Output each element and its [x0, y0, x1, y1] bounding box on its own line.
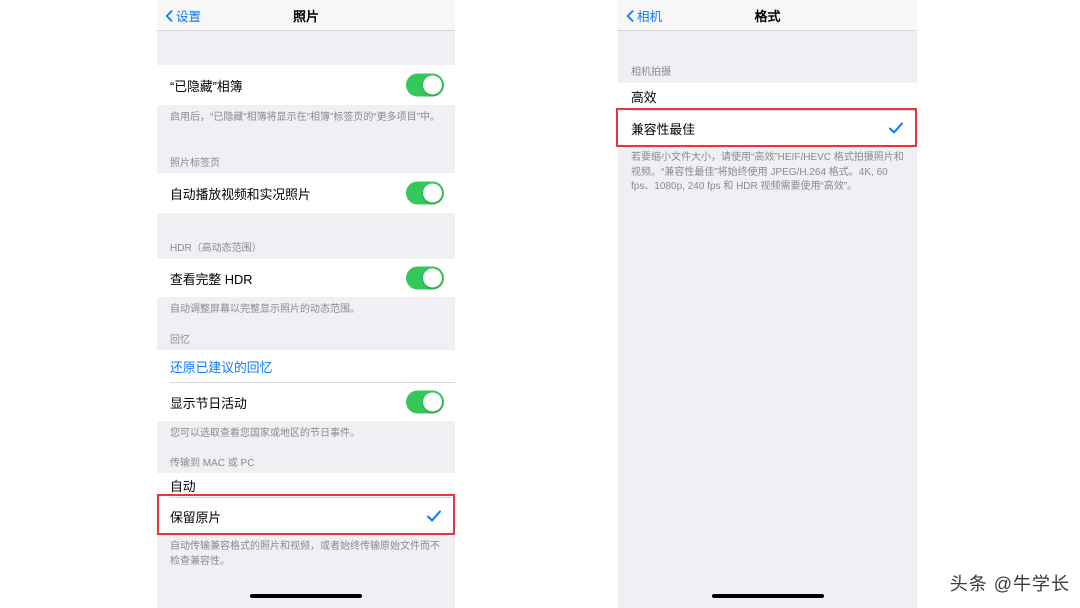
home-indicator — [711, 594, 824, 598]
group-hidden-album: “已隐藏”相簿 — [157, 65, 455, 105]
row-high-efficiency-label: 高效 — [631, 90, 657, 105]
row-automatic[interactable]: 自动 — [157, 473, 455, 497]
header-photos-tab: 照片标签页 — [157, 153, 455, 173]
watermark: 头条 @牛学长 — [949, 574, 1070, 594]
navigation-bar: 相机 格式 — [618, 0, 917, 31]
section-gap — [618, 31, 917, 59]
navigation-bar: 设置 照片 — [157, 0, 455, 31]
footer-hidden-album: 启用后，“已隐藏”相簿将显示在“相簿”标签页的“更多项目”中。 — [157, 105, 455, 153]
row-keep-originals[interactable]: 保留原片 — [157, 498, 455, 534]
footer-format-description: 若要缩小文件大小，请使用“高效”HEIF/HEVC 格式拍摄照片和视频。“兼容性… — [618, 145, 917, 195]
header-memories: 回忆 — [157, 329, 455, 350]
footer-hdr: 自动调整屏幕以完整显示照片的动态范围。 — [157, 297, 455, 329]
checkmark-icon — [426, 508, 442, 524]
group-transfer: 自动 保留原片 — [157, 473, 455, 534]
toggle-show-holiday-events[interactable] — [406, 390, 444, 414]
row-most-compatible[interactable]: 兼容性最佳 — [618, 111, 917, 145]
checkmark-icon — [888, 120, 904, 136]
phone-screen-camera-format: 相机 格式 相机拍摄 高效 兼容性最佳 若要缩小文件大小，请使用“高效”HEIF… — [618, 0, 917, 608]
header-hdr: HDR（高动态范围） — [157, 235, 455, 259]
toggle-hidden-album[interactable] — [406, 73, 444, 97]
row-view-full-hdr-label: 查看完整 HDR — [170, 271, 253, 287]
group-autoplay: 自动播放视频和实况照片 — [157, 173, 455, 213]
section-gap — [157, 213, 455, 235]
footer-keep-originals: 自动传输兼容格式的照片和视频，或者始终传输原始文件而不检查兼容性。 — [157, 534, 455, 568]
row-autoplay[interactable]: 自动播放视频和实况照片 — [157, 173, 455, 213]
row-high-efficiency[interactable]: 高效 — [618, 83, 917, 110]
row-show-holiday-events[interactable]: 显示节日活动 — [157, 383, 455, 421]
toggle-knob — [423, 268, 442, 288]
section-gap — [157, 31, 455, 65]
page-title: 照片 — [292, 8, 319, 24]
row-automatic-label: 自动 — [170, 478, 196, 494]
phone-screen-photos-settings: 设置 照片 “已隐藏”相簿 启用后，“已隐藏”相簿将显示在“相簿”标签页的“更多… — [157, 0, 455, 608]
row-keep-originals-label: 保留原片 — [170, 509, 222, 525]
screenshot-canvas: 设置 照片 “已隐藏”相簿 启用后，“已隐藏”相簿将显示在“相簿”标签页的“更多… — [0, 0, 1080, 608]
group-view-full-hdr: 查看完整 HDR — [157, 259, 455, 297]
toggle-knob — [423, 75, 442, 95]
toggle-knob — [423, 183, 442, 203]
header-camera-capture: 相机拍摄 — [618, 59, 917, 83]
row-reset-suggested-memories[interactable]: 还原已建议的回忆 — [157, 350, 455, 382]
group-memories: 还原已建议的回忆 显示节日活动 — [157, 350, 455, 421]
toggle-view-full-hdr[interactable] — [406, 266, 444, 290]
row-autoplay-label: 自动播放视频和实况照片 — [170, 186, 311, 202]
row-view-full-hdr[interactable]: 查看完整 HDR — [157, 259, 455, 297]
row-hidden-album-label: “已隐藏”相簿 — [170, 78, 243, 94]
row-hidden-album[interactable]: “已隐藏”相簿 — [157, 65, 455, 105]
toggle-knob — [423, 392, 442, 412]
row-show-holiday-events-label: 显示节日活动 — [170, 395, 247, 411]
page-title: 格式 — [754, 8, 781, 24]
row-most-compatible-label: 兼容性最佳 — [631, 121, 695, 137]
header-transfer-to-mac-or-pc: 传输到 MAC 或 PC — [157, 451, 455, 473]
row-reset-suggested-memories-label: 还原已建议的回忆 — [170, 359, 273, 375]
home-indicator — [250, 594, 362, 598]
toggle-autoplay[interactable] — [406, 181, 444, 205]
footer-holiday: 您可以选取查看您国家或地区的节日事件。 — [157, 421, 455, 451]
group-format-options: 高效 兼容性最佳 — [618, 83, 917, 145]
